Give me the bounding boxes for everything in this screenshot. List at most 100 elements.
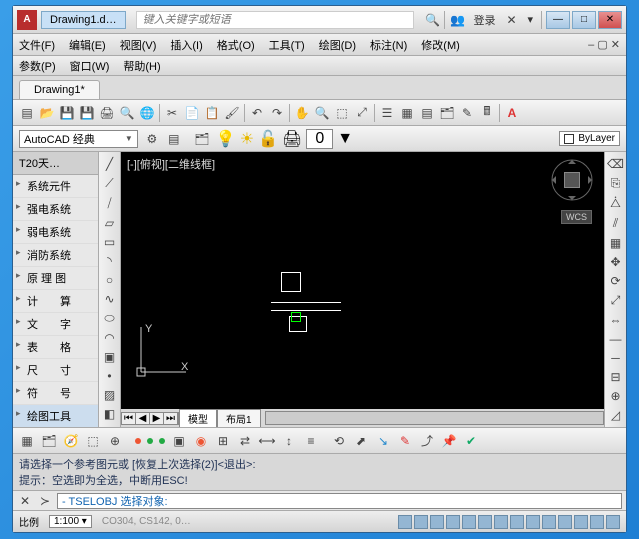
poly-icon[interactable]: ▱ xyxy=(102,216,118,230)
tab-prev-icon[interactable]: ◀ xyxy=(136,413,150,424)
undo-icon[interactable]: ↶ xyxy=(249,105,265,121)
stretch-icon[interactable]: ⇔ xyxy=(608,313,624,327)
line-icon[interactable]: ╱ xyxy=(102,157,118,171)
status-toggle[interactable] xyxy=(398,515,412,529)
tab-last-icon[interactable]: ⏭ xyxy=(164,413,178,424)
status-toggle[interactable] xyxy=(590,515,604,529)
tb2-icon[interactable]: ⬈ xyxy=(353,433,369,449)
status-toggle[interactable] xyxy=(446,515,460,529)
wcs-label[interactable]: WCS xyxy=(561,210,592,224)
xline-icon[interactable]: ⧸ xyxy=(102,196,118,211)
copy-icon[interactable]: 📄 xyxy=(184,105,200,121)
zoom-win-icon[interactable]: ⬚ xyxy=(334,105,350,121)
join-icon[interactable]: ⊕ xyxy=(608,389,624,403)
array-icon[interactable]: ▦ xyxy=(608,236,624,250)
tab-first-icon[interactable]: ⏮ xyxy=(122,413,136,424)
status-toggle[interactable] xyxy=(494,515,508,529)
menu-edit[interactable]: 编辑(E) xyxy=(69,37,106,53)
workspace-combo[interactable]: AutoCAD 经典▼ xyxy=(19,130,138,148)
offset-icon[interactable]: ⫽ xyxy=(608,216,624,231)
ellarc-icon[interactable]: ◠ xyxy=(102,331,118,345)
match-icon[interactable]: 🖌 xyxy=(224,105,240,121)
quick-doc-tab[interactable]: Drawing1.d… xyxy=(41,11,126,29)
palette-cat[interactable]: 强电系统 xyxy=(13,198,98,221)
tb2-icon[interactable]: ⊕ xyxy=(107,433,123,449)
tb2-icon[interactable]: ⇄ xyxy=(237,433,253,449)
ws-icon[interactable]: ▤ xyxy=(166,131,182,147)
pl-icon[interactable]: ⟋ xyxy=(102,176,118,191)
close-button[interactable]: ✕ xyxy=(598,11,622,29)
menu-modify[interactable]: 修改(M) xyxy=(421,37,460,53)
status-toggle[interactable] xyxy=(542,515,556,529)
zoom-ext-icon[interactable]: ⤢ xyxy=(354,105,370,121)
menu-dim[interactable]: 标注(N) xyxy=(370,37,407,53)
grad-icon[interactable]: ◧ xyxy=(102,407,118,421)
maximize-button[interactable]: □ xyxy=(572,11,596,29)
ssm-icon[interactable]: 🗂 xyxy=(439,105,455,121)
model-tab[interactable]: 模型 xyxy=(179,409,217,428)
hscroll-bar[interactable] xyxy=(265,411,604,425)
menu-file[interactable]: 文件(F) xyxy=(19,37,55,53)
view-cube[interactable] xyxy=(550,158,594,202)
layer-combo[interactable]: 💡☀ 🔓🖨 0 ▼ xyxy=(216,129,353,149)
menu-window[interactable]: 窗口(W) xyxy=(70,58,110,74)
bylayer-combo[interactable]: ByLayer xyxy=(559,131,620,146)
status-toggle[interactable] xyxy=(478,515,492,529)
search-icon[interactable]: 🔍 xyxy=(424,12,440,28)
tb2-icon[interactable]: ◉ xyxy=(193,433,209,449)
rotate-icon[interactable]: ⟳ xyxy=(608,274,624,288)
tb2-icon[interactable]: ↘ xyxy=(375,433,391,449)
mark-icon[interactable]: ✎ xyxy=(459,105,475,121)
tb2-icon[interactable]: ⟷ xyxy=(259,433,275,449)
command-input[interactable] xyxy=(57,493,622,509)
break-icon[interactable]: ⊟ xyxy=(608,370,624,384)
status-toggle[interactable] xyxy=(414,515,428,529)
drawing-canvas[interactable]: [-][俯视][二维线框] WCS YX xyxy=(121,152,604,409)
zoom-icon[interactable]: 🔍 xyxy=(314,105,330,121)
viewport-label[interactable]: [-][俯视][二维线框] xyxy=(127,156,215,172)
layout-tab[interactable]: 布局1 xyxy=(217,409,261,428)
trim-icon[interactable]: — xyxy=(608,332,624,346)
status-toggle[interactable] xyxy=(574,515,588,529)
tb2-icon[interactable]: ✎ xyxy=(397,433,413,449)
rect-icon[interactable]: ▭ xyxy=(102,235,118,249)
cut-icon[interactable]: ✂ xyxy=(164,105,180,121)
login-button[interactable]: 登录 xyxy=(469,10,499,30)
tb2-icon[interactable]: 🗂 xyxy=(41,433,57,449)
tb2-icon[interactable]: ⊞ xyxy=(215,433,231,449)
tb2-icon[interactable]: ✔ xyxy=(463,433,479,449)
tb2-icon[interactable]: ▣ xyxy=(171,433,187,449)
user-icon[interactable]: 👥 xyxy=(449,12,465,28)
menu-insert[interactable]: 插入(I) xyxy=(170,37,202,53)
tb2-icon[interactable]: ⟲ xyxy=(331,433,347,449)
calc-icon[interactable]: 🖩 xyxy=(479,105,495,121)
palette-cat[interactable]: 符 号 xyxy=(13,382,98,405)
scale-icon[interactable]: ⤢ xyxy=(608,293,624,308)
paste-icon[interactable]: 📋 xyxy=(204,105,220,121)
tb2-icon[interactable]: ▦ xyxy=(19,433,35,449)
palette-cat[interactable]: 系统元件 xyxy=(13,175,98,198)
tab-next-icon[interactable]: ▶ xyxy=(150,413,164,424)
status-toggle[interactable] xyxy=(462,515,476,529)
tb2-icon[interactable]: 📌 xyxy=(441,433,457,449)
drawing-object[interactable] xyxy=(271,310,341,311)
menu-param[interactable]: 参数(P) xyxy=(19,58,56,74)
menu-view[interactable]: 视图(V) xyxy=(120,37,157,53)
doc-window-controls[interactable]: – ▢ ✕ xyxy=(584,38,620,51)
spline-icon[interactable]: ∿ xyxy=(102,292,118,306)
hatch-icon[interactable]: ▨ xyxy=(102,388,118,402)
exchange-icon[interactable]: ✕ xyxy=(503,12,519,28)
palette-cat[interactable]: 弱电系统 xyxy=(13,221,98,244)
help-search-input[interactable] xyxy=(136,11,415,29)
circle-icon[interactable]: ○ xyxy=(102,273,118,287)
palette-cat[interactable]: 文 字 xyxy=(13,313,98,336)
tb2-icon[interactable]: ⬚ xyxy=(85,433,101,449)
palette-cat[interactable]: 尺 寸 xyxy=(13,359,98,382)
palette-cat-active[interactable]: 绘图工具 xyxy=(13,405,98,427)
doc-tab[interactable]: Drawing1* xyxy=(19,80,100,99)
minimize-button[interactable]: — xyxy=(546,11,570,29)
status-toggle[interactable] xyxy=(526,515,540,529)
chamfer-icon[interactable]: ◿ xyxy=(608,408,624,422)
open-icon[interactable]: 📂 xyxy=(39,105,55,121)
prop-icon[interactable]: ☰ xyxy=(379,105,395,121)
